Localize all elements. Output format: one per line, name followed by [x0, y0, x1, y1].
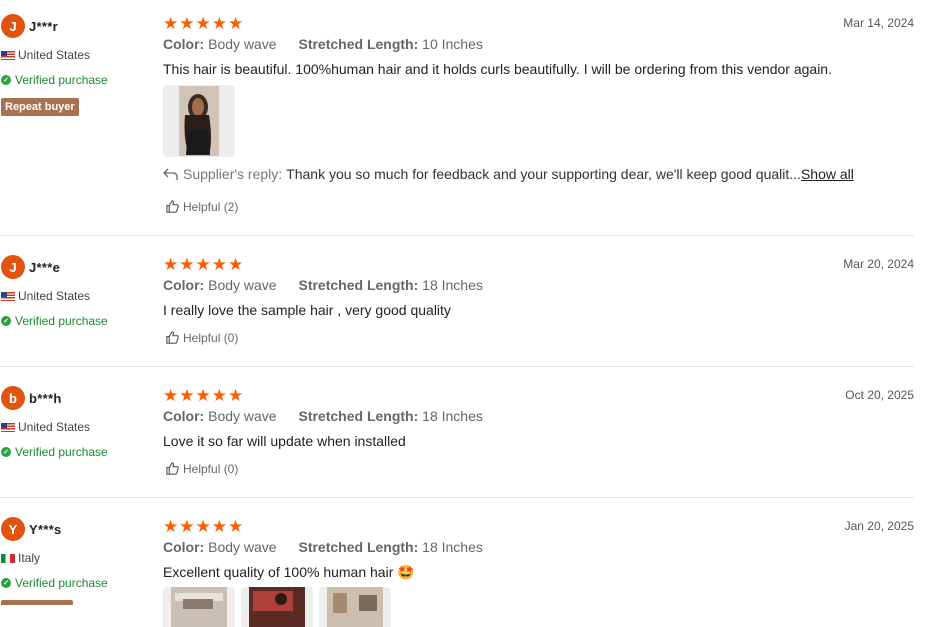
- length-value: 18 Inches: [422, 277, 483, 293]
- sku-attributes: Color: Body wave Stretched Length: 18 In…: [163, 539, 483, 555]
- italy-flag-icon: [1, 553, 15, 563]
- us-flag-icon: [1, 50, 15, 60]
- reviewer-name: b***h: [29, 391, 62, 406]
- review-text-content: Excellent quality of 100% human hair: [163, 564, 394, 580]
- color-key: Color:: [163, 36, 205, 52]
- reviewer-country: Italy: [1, 551, 40, 565]
- review-photo-image: [327, 587, 383, 627]
- helpful-label: Helpful (2): [183, 199, 239, 214]
- avatar: b: [1, 386, 25, 410]
- reply-icon: [163, 168, 178, 180]
- length-value: 18 Inches: [422, 408, 483, 424]
- sku-attributes: Color: Body wave Stretched Length: 10 In…: [163, 36, 483, 52]
- review-divider: [0, 366, 914, 367]
- verified-purchase: ✓ Verified purchase: [1, 576, 108, 590]
- repeat-buyer-badge: Repeat buyer: [1, 98, 79, 116]
- review-text: Excellent quality of 100% human hair 🤩: [163, 564, 415, 581]
- review-divider: [0, 497, 914, 498]
- star-struck-emoji-icon: 🤩: [397, 564, 415, 580]
- star-rating: ★★★★★: [163, 386, 245, 405]
- length-key: Stretched Length:: [298, 408, 419, 424]
- badge-partial: [1, 600, 73, 605]
- country-label: Italy: [18, 551, 41, 565]
- color-value: Body wave: [208, 277, 277, 293]
- length-key: Stretched Length:: [298, 36, 419, 52]
- avatar: J: [1, 255, 25, 279]
- helpful-label: Helpful (0): [183, 461, 239, 476]
- review-date: Jan 20, 2025: [844, 519, 914, 533]
- length-value: 10 Inches: [422, 36, 483, 52]
- country-label: United States: [18, 420, 91, 434]
- verified-label: Verified purchase: [15, 576, 108, 590]
- sku-attributes: Color: Body wave Stretched Length: 18 In…: [163, 408, 483, 424]
- reviewer-name: Y***s: [29, 522, 62, 537]
- length-key: Stretched Length:: [298, 277, 419, 293]
- verified-check-icon: ✓: [1, 75, 11, 85]
- color-value: Body wave: [208, 36, 277, 52]
- review-divider: [0, 235, 914, 236]
- verified-label: Verified purchase: [15, 73, 108, 87]
- helpful-button[interactable]: Helpful (2): [165, 199, 238, 214]
- review-date: Mar 20, 2024: [843, 257, 914, 271]
- reply-label: Supplier's reply:: [183, 166, 283, 182]
- review-photo[interactable]: [163, 587, 235, 627]
- review-text: This hair is beautiful. 100%human hair a…: [163, 61, 832, 77]
- reply-ellipsis: ...: [789, 166, 801, 182]
- star-rating: ★★★★★: [163, 255, 245, 274]
- sku-attributes: Color: Body wave Stretched Length: 18 In…: [163, 277, 483, 293]
- helpful-label: Helpful (0): [183, 330, 239, 345]
- avatar: J: [1, 14, 25, 38]
- avatar: Y: [1, 517, 25, 541]
- review-date: Oct 20, 2025: [845, 388, 914, 402]
- thumbs-up-icon: [166, 462, 179, 475]
- verified-label: Verified purchase: [15, 445, 108, 459]
- color-key: Color:: [163, 539, 205, 555]
- reviewer-name: J***e: [29, 260, 61, 275]
- country-label: United States: [18, 48, 91, 62]
- star-rating: ★★★★★: [163, 14, 245, 33]
- supplier-reply: Supplier's reply: Thank you so much for …: [163, 166, 854, 182]
- us-flag-icon: [1, 291, 15, 301]
- reviewer-country: United States: [1, 420, 90, 434]
- length-value: 18 Inches: [422, 539, 483, 555]
- review-photo[interactable]: [319, 587, 391, 627]
- length-key: Stretched Length:: [298, 539, 419, 555]
- helpful-button[interactable]: Helpful (0): [165, 330, 238, 345]
- reviewer-name: J***r: [29, 19, 58, 34]
- color-value: Body wave: [208, 408, 277, 424]
- verified-label: Verified purchase: [15, 314, 108, 328]
- color-value: Body wave: [208, 539, 277, 555]
- reply-text: Thank you so much for feedback and your …: [286, 166, 790, 182]
- verified-check-icon: ✓: [1, 316, 11, 326]
- verified-purchase: ✓ Verified purchase: [1, 73, 108, 87]
- review-text: I really love the sample hair , very goo…: [163, 302, 451, 318]
- review-photo-image: [171, 587, 227, 627]
- verified-purchase: ✓ Verified purchase: [1, 445, 108, 459]
- country-label: United States: [18, 289, 91, 303]
- verified-check-icon: ✓: [1, 447, 11, 457]
- review-text: Love it so far will update when installe…: [163, 433, 406, 449]
- color-key: Color:: [163, 408, 205, 424]
- helpful-button[interactable]: Helpful (0): [165, 461, 238, 476]
- star-rating: ★★★★★: [163, 517, 245, 536]
- verified-check-icon: ✓: [1, 578, 11, 588]
- color-key: Color:: [163, 277, 205, 293]
- reviewer-country: United States: [1, 48, 90, 62]
- us-flag-icon: [1, 422, 15, 432]
- review-photo-image: [249, 587, 305, 627]
- thumbs-up-icon: [166, 200, 179, 213]
- reviewer-country: United States: [1, 289, 90, 303]
- verified-purchase: ✓ Verified purchase: [1, 314, 108, 328]
- thumbs-up-icon: [166, 331, 179, 344]
- show-all-link[interactable]: Show all: [801, 166, 854, 182]
- review-photo-image: [179, 86, 219, 156]
- review-photo[interactable]: [241, 587, 313, 627]
- review-photo[interactable]: [163, 85, 235, 157]
- review-date: Mar 14, 2024: [843, 16, 914, 30]
